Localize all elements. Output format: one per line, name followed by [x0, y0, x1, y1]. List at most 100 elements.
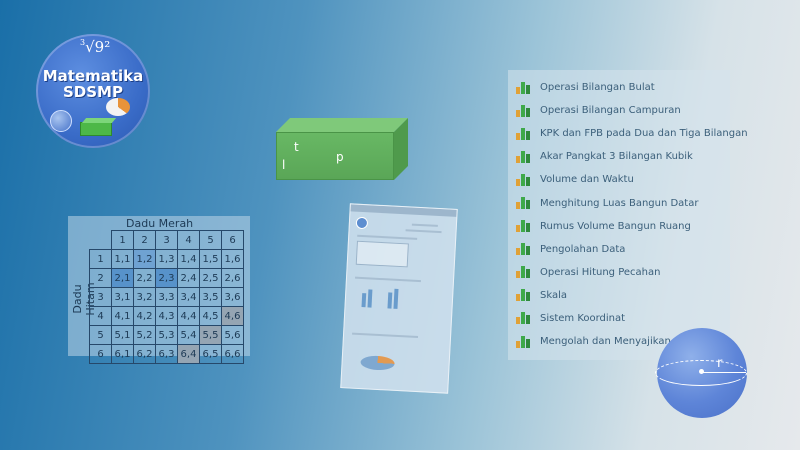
dice-column-header: 3 [155, 230, 178, 250]
phone-mini-table [355, 240, 409, 268]
app-logo: 3√9² Matematika SDSMP [36, 34, 150, 148]
topic-label: Pengolahan Data [540, 243, 626, 255]
dice-cell: 5,4 [177, 325, 200, 345]
dice-cell: 6,3 [155, 344, 178, 364]
dice-column-header: 1 [111, 230, 134, 250]
pie-chart-icon [106, 98, 130, 116]
dice-cell: 6,2 [133, 344, 156, 364]
dice-row-header: 3 [89, 287, 112, 307]
phone-mockup [340, 203, 458, 394]
bar-chart-icon [516, 81, 530, 94]
topic-label: Skala [540, 289, 567, 301]
dice-cell: 5,3 [155, 325, 178, 345]
topic-item[interactable]: Sistem Koordinat [508, 307, 730, 330]
dice-cell: 2,6 [221, 268, 244, 288]
dice-row: 1 1,1 1,2 1,3 1,4 1,5 1,6 [89, 249, 244, 269]
topic-item[interactable]: Pengolahan Data [508, 238, 730, 261]
dice-cell: 4,4 [177, 306, 200, 326]
dice-column-header: 4 [177, 230, 200, 250]
dice-row: 2 2,1 2,2 2,3 2,4 2,5 2,6 [89, 268, 244, 288]
dice-cell: 2,1 [111, 268, 134, 288]
topic-label: Operasi Hitung Pecahan [540, 266, 661, 278]
cuboid-length-label: p [336, 150, 344, 164]
logo-formula-body: √9² [85, 38, 111, 56]
logo-formula: 3√9² [80, 38, 110, 56]
logo-title-line1: Matematika [42, 67, 144, 85]
dice-corner-cell [90, 231, 112, 250]
topic-item[interactable]: Operasi Bilangan Campuran [508, 99, 730, 122]
bar-chart-icon [516, 312, 530, 325]
dice-row: 3 3,1 3,2 3,3 3,4 3,5 3,6 [89, 287, 244, 307]
topic-list: Operasi Bilangan Bulat Operasi Bilangan C… [508, 70, 748, 353]
topic-item[interactable]: Akar Pangkat 3 Bilangan Kubik [508, 145, 730, 168]
dice-cell: 6,6 [221, 344, 244, 364]
dice-row-header: 5 [89, 325, 112, 345]
topic-item[interactable]: Menghitung Luas Bangun Datar [508, 191, 730, 214]
phone-pie-chart [360, 355, 395, 371]
bar-chart-icon [516, 127, 530, 140]
topic-item[interactable]: Rumus Volume Bangun Ruang [508, 215, 730, 238]
dice-cell: 6,5 [199, 344, 222, 364]
dice-cell: 5,1 [111, 325, 134, 345]
logo-title-line2: SDSMP [63, 83, 123, 101]
logo-formula-index: 3 [80, 38, 86, 47]
dice-cell: 1,4 [177, 249, 200, 269]
dice-row-header: 2 [89, 268, 112, 288]
bar-chart-icon [516, 335, 530, 348]
topic-label: Operasi Bilangan Campuran [540, 105, 681, 117]
sphere-illustration: r [655, 328, 747, 418]
dice-cell: 1,6 [221, 249, 244, 269]
dice-table-illustration: Dadu Merah Dadu Hitam 1 2 3 4 5 6 1 1,1 1,2 1,3 1,… [68, 216, 250, 364]
cuboid-width-label: l [282, 158, 286, 172]
dice-cell: 4,3 [155, 306, 178, 326]
dice-row-header: 6 [89, 344, 112, 364]
dice-column-header: 2 [133, 230, 156, 250]
topic-item[interactable]: Skala [508, 284, 730, 307]
dice-cell: 3,6 [221, 287, 244, 307]
dice-cell: 5,2 [133, 325, 156, 345]
dice-row: 6 6,1 6,2 6,3 6,4 6,5 6,6 [89, 344, 244, 364]
phone-bar-chart [358, 285, 409, 310]
dice-cell: 2,2 [133, 268, 156, 288]
dice-cell: 1,2 [133, 249, 156, 269]
topic-item[interactable]: Volume dan Waktu [508, 168, 730, 191]
sphere-icon [50, 110, 72, 132]
phone-text-line [354, 276, 421, 283]
topic-item[interactable]: Operasi Hitung Pecahan [508, 261, 730, 284]
dice-cell: 1,3 [155, 249, 178, 269]
dice-cell: 2,4 [177, 268, 200, 288]
topic-label: KPK dan FPB pada Dua dan Tiga Bilangan [540, 128, 748, 140]
phone-status-bar [350, 204, 457, 217]
bar-chart-icon [516, 266, 530, 279]
topic-item[interactable]: Operasi Bilangan Bulat [508, 76, 730, 99]
bar-chart-icon [516, 104, 530, 117]
sphere-radius-line [702, 372, 746, 373]
dice-column-header: 6 [221, 230, 244, 250]
dice-row-header: 1 [89, 249, 112, 269]
dice-cell: 3,2 [133, 287, 156, 307]
phone-text-line [411, 223, 438, 227]
dice-table-title: Dadu Merah [126, 217, 194, 230]
cuboid-top-face [276, 118, 408, 132]
bar-chart-icon [516, 289, 530, 302]
dice-row-header: 4 [89, 306, 112, 326]
dice-cell: 4,1 [111, 306, 134, 326]
dice-cell: 4,6 [221, 306, 244, 326]
dice-row: 5 5,1 5,2 5,3 5,4 5,5 5,6 [89, 325, 244, 345]
dice-cell: 5,6 [221, 325, 244, 345]
dice-cell: 1,1 [111, 249, 134, 269]
topic-label: Operasi Bilangan Bulat [540, 82, 655, 94]
bar-chart-icon [516, 173, 530, 186]
topic-label: Volume dan Waktu [540, 174, 634, 186]
sphere-radius-label: r [717, 356, 723, 371]
dice-table: 1 2 3 4 5 6 1 1,1 1,2 1,3 1,4 1,5 1,6 2 2,1 2,2 2,3 2,4 2,… [89, 230, 244, 364]
dice-cell: 2,3 [155, 268, 178, 288]
avatar-icon [355, 216, 369, 230]
dice-cell: 3,3 [155, 287, 178, 307]
dice-cell: 1,5 [199, 249, 222, 269]
dice-cell: 3,4 [177, 287, 200, 307]
bar-chart-icon [516, 243, 530, 256]
topic-item[interactable]: KPK dan FPB pada Dua dan Tiga Bilangan [508, 122, 748, 145]
dice-cell: 6,4 [177, 344, 200, 364]
topic-label: Rumus Volume Bangun Ruang [540, 220, 691, 232]
